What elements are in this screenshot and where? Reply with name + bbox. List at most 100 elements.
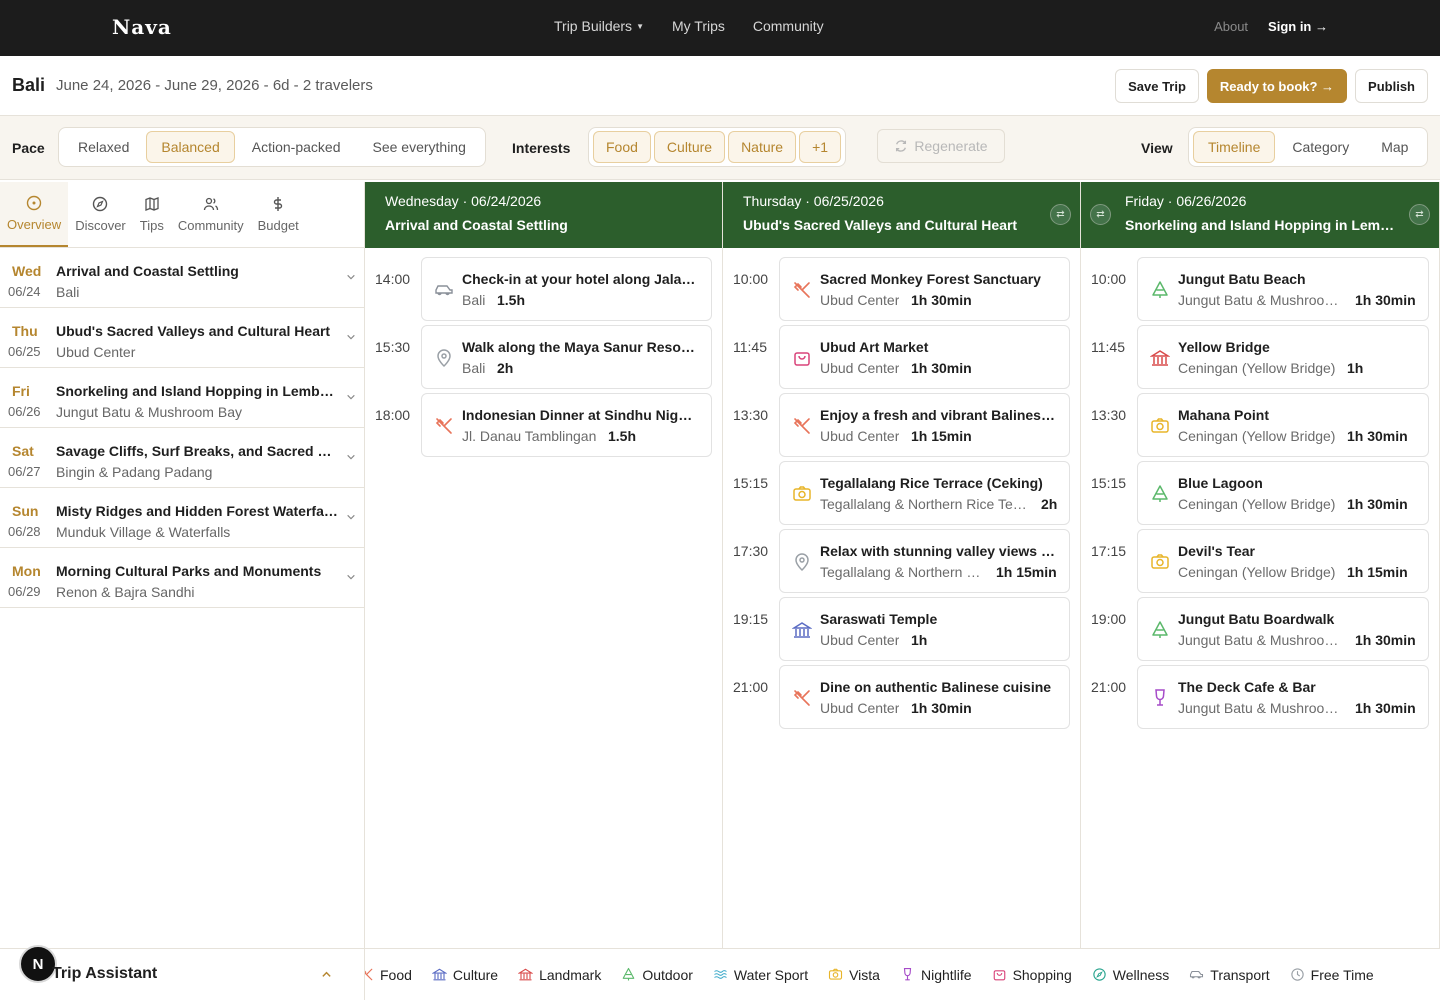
activity-time: 13:30 (1091, 407, 1127, 423)
legend-label: Landmark (539, 966, 602, 983)
chevron-down-icon[interactable] (346, 272, 356, 282)
nav-about[interactable]: About (1214, 19, 1248, 34)
vista-icon (1151, 554, 1169, 569)
activity-card[interactable]: Saraswati Temple Ubud Center 1h (779, 597, 1070, 661)
day-location: Bali (56, 284, 80, 300)
activity-card[interactable]: Mahana Point Ceningan (Yellow Bridge) 1h… (1137, 393, 1429, 457)
activity-card[interactable]: Ubud Art Market Ubud Center 1h 30min (779, 325, 1070, 389)
interest-culture[interactable]: Culture (653, 131, 726, 163)
activity-card[interactable]: Indonesian Dinner at Sindhu Night Market… (421, 393, 712, 457)
activity-card[interactable]: Jungut Batu Beach Jungut Batu & Mushroom… (1137, 257, 1429, 321)
nav-my-trips[interactable]: My Trips (672, 18, 725, 34)
day-location: Jungut Batu & Mushroom Bay (56, 404, 242, 420)
activity-card[interactable]: Devil's Tear Ceningan (Yellow Bridge) 1h… (1137, 529, 1429, 593)
activity-card[interactable]: Walk along the Maya Sanur Resort beachfr… (421, 325, 712, 389)
day-list-item[interactable]: Sun 06/28 Misty Ridges and Hidden Forest… (0, 488, 364, 548)
activity-card[interactable]: Enjoy a fresh and vibrant Balinese lunch… (779, 393, 1070, 457)
activity-time: 13:30 (733, 407, 769, 423)
shopping-icon (993, 970, 1005, 981)
day-column: Friday · 06/26/2026 Snorkeling and Islan… (1081, 182, 1440, 948)
activity-location: Jl. Danau Tamblingan (462, 428, 597, 444)
chevron-down-icon[interactable] (346, 512, 356, 522)
activity-name: The Deck Cafe & Bar (1178, 679, 1316, 695)
tab-discover[interactable]: Discover (68, 182, 133, 247)
activity-card[interactable]: The Deck Cafe & Bar Jungut Batu & Mushro… (1137, 665, 1429, 729)
view-timeline[interactable]: Timeline (1193, 131, 1276, 163)
chevron-down-icon[interactable] (346, 452, 356, 462)
day-column: Wednesday · 06/24/2026 Arrival and Coast… (365, 182, 723, 948)
day-date: 06/24 (8, 284, 41, 299)
interest-nature[interactable]: Nature (728, 131, 797, 163)
tab-overview[interactable]: Overview (0, 182, 69, 247)
timeline-activity: 21:00 Dine on authentic Balinese cuisine… (723, 665, 1080, 729)
wellness-icon (1093, 968, 1106, 981)
pace-balanced[interactable]: Balanced (146, 131, 235, 163)
publish-button[interactable]: Publish (1355, 69, 1428, 103)
pace-action-packed[interactable]: Action-packed (237, 131, 356, 163)
legend-item: Free Time (1290, 967, 1374, 983)
activity-card[interactable]: Tegallalang Rice Terrace (Ceking) Tegall… (779, 461, 1070, 525)
sign-in-link[interactable]: Sign in → (1268, 19, 1328, 34)
activity-card[interactable]: Relax with stunning valley views at suns… (779, 529, 1070, 593)
chevron-down-icon[interactable] (346, 332, 356, 342)
category-legend: Food Culture Landmark Outdoor Water Sport Vis… (365, 948, 1440, 1000)
chevron-down-icon[interactable] (346, 392, 356, 402)
activity-card[interactable]: Jungut Batu Boardwalk Jungut Batu & Mush… (1137, 597, 1429, 661)
chevron-down-icon[interactable] (346, 572, 356, 582)
legend-item: Transport (1189, 967, 1270, 983)
timeline-activity: 11:45 Ubud Art Market Ubud Center 1h 30m… (723, 325, 1080, 389)
activity-card[interactable]: Sacred Monkey Forest Sanctuary Ubud Cent… (779, 257, 1070, 321)
regenerate-button[interactable]: Regenerate (877, 129, 1005, 163)
day-list-item[interactable]: Sat 06/27 Savage Cliffs, Surf Breaks, an… (0, 428, 364, 488)
users-icon (203, 197, 218, 211)
view-category[interactable]: Category (1277, 131, 1364, 163)
swap-icon[interactable]: ⇄ (1090, 204, 1111, 225)
activity-location: Ceningan (Yellow Bridge) (1178, 360, 1336, 376)
interest-more[interactable]: +1 (799, 131, 842, 163)
tab-tips[interactable]: Tips (133, 182, 171, 247)
tab-tips-label: Tips (139, 218, 164, 233)
day-column-header: Friday · 06/26/2026 Snorkeling and Islan… (1081, 182, 1439, 248)
activity-location: Ubud Center (820, 360, 900, 376)
legend-item: Vista (828, 967, 880, 983)
chevron-up-icon[interactable] (321, 969, 332, 980)
day-list-item[interactable]: Thu 06/25 Ubud's Sacred Valleys and Cult… (0, 308, 364, 368)
brand-logo[interactable]: Nava (112, 15, 172, 39)
day-list-item[interactable]: Mon 06/29 Morning Cultural Parks and Mon… (0, 548, 364, 608)
interest-food[interactable]: Food (593, 131, 651, 163)
day-weekday: Sat (12, 443, 34, 459)
timeline-activity: 17:15 Devil's Tear Ceningan (Yellow Brid… (1081, 529, 1439, 593)
activity-card[interactable]: Blue Lagoon Ceningan (Yellow Bridge) 1h … (1137, 461, 1429, 525)
day-list-item[interactable]: Fri 06/26 Snorkeling and Island Hopping … (0, 368, 364, 428)
trip-assistant-bar[interactable]: N Trip Assistant (0, 945, 365, 1000)
activity-duration: 1h (911, 632, 928, 648)
nav-trip-builders[interactable]: Trip Builders ▼ (554, 18, 644, 34)
activity-location: Ceningan (Yellow Bridge) (1178, 428, 1336, 444)
activity-card[interactable]: Check-in at your hotel along Jalan Danau… (421, 257, 712, 321)
activity-time: 21:00 (733, 679, 769, 695)
day-column-date: Thursday · 06/25/2026 (743, 193, 884, 209)
activity-time: 17:15 (1091, 543, 1127, 559)
view-map[interactable]: Map (1366, 131, 1423, 163)
swap-icon[interactable]: ⇄ (1050, 204, 1071, 225)
nav-trip-builders-label: Trip Builders (554, 18, 633, 34)
legend-label: Food (380, 966, 412, 983)
swap-icon[interactable]: ⇄ (1409, 204, 1430, 225)
activity-card[interactable]: Yellow Bridge Ceningan (Yellow Bridge) 1… (1137, 325, 1429, 389)
pace-relaxed[interactable]: Relaxed (63, 131, 144, 163)
activity-name: Blue Lagoon (1178, 475, 1263, 491)
day-title: Misty Ridges and Hidden Forest Waterfall… (56, 503, 338, 519)
tab-budget[interactable]: Budget (251, 182, 306, 247)
pace-see-everything[interactable]: See everything (357, 131, 480, 163)
save-trip-button[interactable]: Save Trip (1115, 69, 1199, 103)
timeline-activity: 21:00 The Deck Cafe & Bar Jungut Batu & … (1081, 665, 1439, 729)
activity-name: Walk along the Maya Sanur Resort beachfr… (462, 339, 699, 355)
day-column-date: Wednesday · 06/24/2026 (385, 193, 542, 209)
ready-to-book-button[interactable]: Ready to book? → (1206, 69, 1348, 103)
activity-location: Jungut Batu & Mushroom Bay (1178, 292, 1343, 308)
day-list-item[interactable]: Wed 06/24 Arrival and Coastal Settling B… (0, 248, 364, 308)
activity-card[interactable]: Dine on authentic Balinese cuisine Ubud … (779, 665, 1070, 729)
tab-community[interactable]: Community (171, 182, 251, 247)
nav-community[interactable]: Community (753, 18, 824, 34)
activity-location: Ceningan (Yellow Bridge) (1178, 496, 1336, 512)
